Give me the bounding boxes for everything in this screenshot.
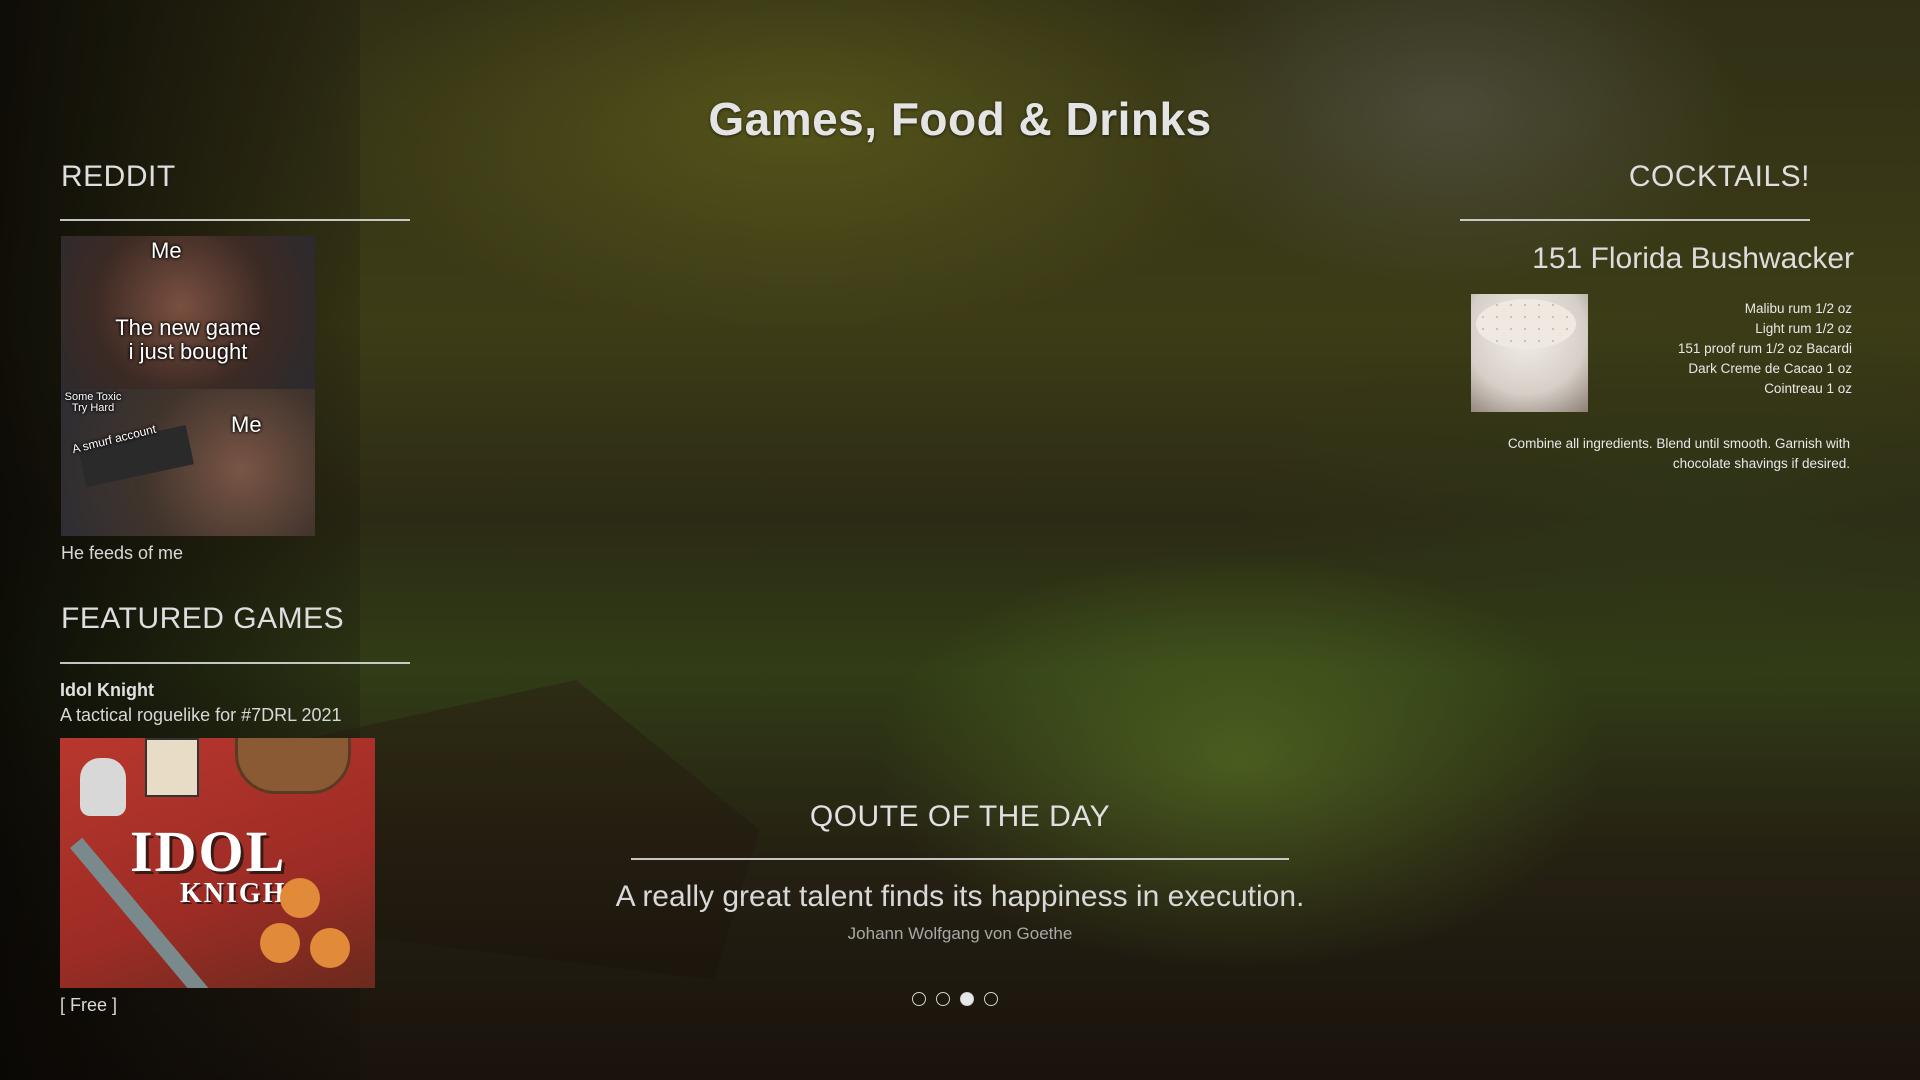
quote-text: A really great talent finds its happines… [615, 880, 1305, 913]
cocktails-heading: COCKTAILS! [1628, 160, 1810, 193]
drink-image [1471, 294, 1588, 412]
barrel-shape [235, 738, 351, 794]
carousel-dot-3[interactable] [960, 992, 974, 1006]
quote-heading: QOUTE OF THE DAY [809, 800, 1111, 833]
card-shape [145, 738, 199, 797]
drink-instructions: Combine all ingredients. Blend until smo… [1507, 436, 1850, 471]
ingredient-item: Light rum 1/2 oz [1755, 321, 1852, 336]
reddit-divider [60, 219, 410, 221]
ingredient-item: 151 proof rum 1/2 oz Bacardi [1677, 341, 1852, 356]
reddit-heading: REDDIT [61, 160, 176, 193]
cocktails-divider [1460, 219, 1810, 221]
meme-label-me-bottom: Me [231, 412, 262, 437]
carousel-indicators [912, 992, 998, 1006]
reddit-meme-image[interactable]: Me The new game i just bought Some Toxic… [61, 236, 315, 536]
quote-author: Johann Wolfgang von Goethe [847, 924, 1073, 943]
featured-games-divider [60, 662, 410, 664]
page-title: Games, Food & Drinks [708, 93, 1212, 145]
game-price: [ Free ] [60, 995, 118, 1015]
drink-name: 151 Florida Bushwacker [1532, 242, 1854, 275]
drink-foam [1476, 299, 1576, 349]
game-cover-image[interactable]: IDOL KNIGHT [60, 738, 375, 988]
ingredient-item: Cointreau 1 oz [1764, 381, 1852, 396]
featured-games-heading: FEATURED GAMES [61, 602, 345, 635]
game-title[interactable]: Idol Knight [60, 680, 154, 701]
quote-divider [631, 858, 1289, 860]
meme-bottom-left-text: Some Toxic Try Hard [64, 391, 122, 414]
reddit-post-caption[interactable]: He feeds of me [61, 543, 183, 564]
game-description: A tactical roguelike for #7DRL 2021 [60, 705, 342, 725]
meme-label-me-top: Me [151, 238, 182, 263]
ingredient-item: Dark Creme de Cacao 1 oz [1688, 361, 1852, 376]
carousel-dot-1[interactable] [912, 992, 926, 1006]
ingredient-item: Malibu rum 1/2 oz [1744, 301, 1852, 316]
carousel-dot-4[interactable] [984, 992, 998, 1006]
meme-top-text: The new game i just bought [115, 315, 261, 364]
meme-top-panel [61, 236, 315, 389]
carousel-dot-2[interactable] [936, 992, 950, 1006]
drink-ingredients: Malibu rum 1/2 oz Light rum 1/2 oz 151 p… [1678, 299, 1852, 399]
